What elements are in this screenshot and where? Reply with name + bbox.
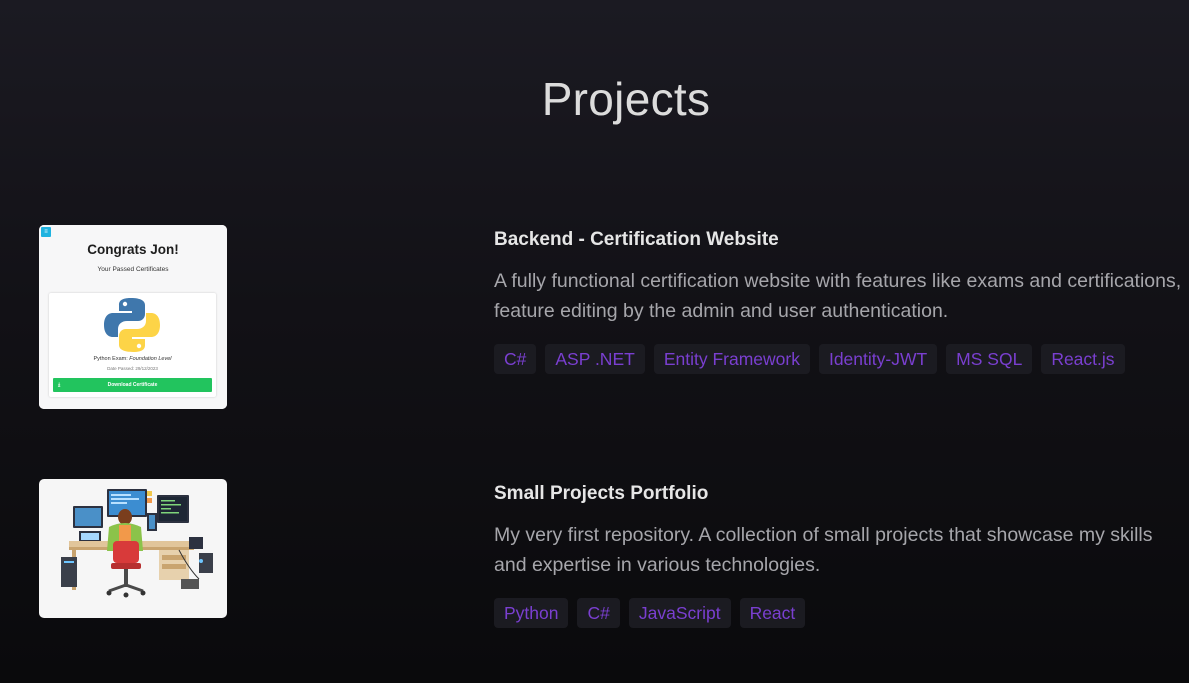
- tag: MS SQL: [946, 344, 1033, 374]
- exam-name: Python Exam: Foundation Level: [49, 356, 216, 362]
- tag: JavaScript: [628, 598, 731, 628]
- project-thumbnail[interactable]: ≡ Congrats Jon! Your Passed Certificates…: [39, 225, 227, 409]
- tag: C#: [494, 344, 537, 374]
- tag: React.js: [1041, 344, 1125, 374]
- menu-icon: ≡: [41, 227, 51, 237]
- tag: Entity Framework: [653, 344, 810, 374]
- preview-subheading: Your Passed Certificates: [97, 266, 169, 273]
- exam-date: Date Passed: 29/12/2023: [107, 366, 158, 371]
- tag: Identity-JWT: [818, 344, 938, 374]
- project-thumbnail[interactable]: [39, 479, 227, 618]
- project-description: A fully functional certification website…: [494, 270, 1182, 322]
- tag-list: Python C# JavaScript React: [494, 598, 1184, 628]
- tag: Python: [494, 598, 569, 628]
- tag: C#: [577, 598, 620, 628]
- project-info: Small Projects Portfolio My very first r…: [494, 483, 1184, 628]
- certificate-card: Python Exam: Foundation Level Date Passe…: [49, 293, 216, 397]
- exam-prefix: Python Exam:: [93, 356, 130, 362]
- download-label: Download Certificate: [107, 382, 158, 388]
- developer-workstation-illustration: [39, 479, 227, 618]
- exam-level: Foundation Level: [129, 356, 172, 362]
- tag: ASP .NET: [545, 344, 645, 374]
- project-description: My very first repository. A collection o…: [494, 524, 1153, 576]
- preview-heading: Congrats Jon!: [87, 242, 179, 257]
- section-title: Projects: [541, 73, 711, 125]
- download-certificate-button: ⤓ Download Certificate: [53, 378, 212, 392]
- download-icon: ⤓: [58, 382, 61, 388]
- python-logo-icon: [104, 298, 160, 352]
- project-title[interactable]: Small Projects Portfolio: [494, 483, 1184, 505]
- workstation-icon: [61, 489, 213, 598]
- project-info: Backend - Certification Website A fully …: [494, 229, 1184, 374]
- tag-list: C# ASP .NET Entity Framework Identity-JW…: [494, 344, 1184, 374]
- certificate-preview: ≡ Congrats Jon! Your Passed Certificates…: [39, 225, 227, 409]
- tag: React: [739, 598, 806, 628]
- project-title[interactable]: Backend - Certification Website: [494, 229, 1184, 251]
